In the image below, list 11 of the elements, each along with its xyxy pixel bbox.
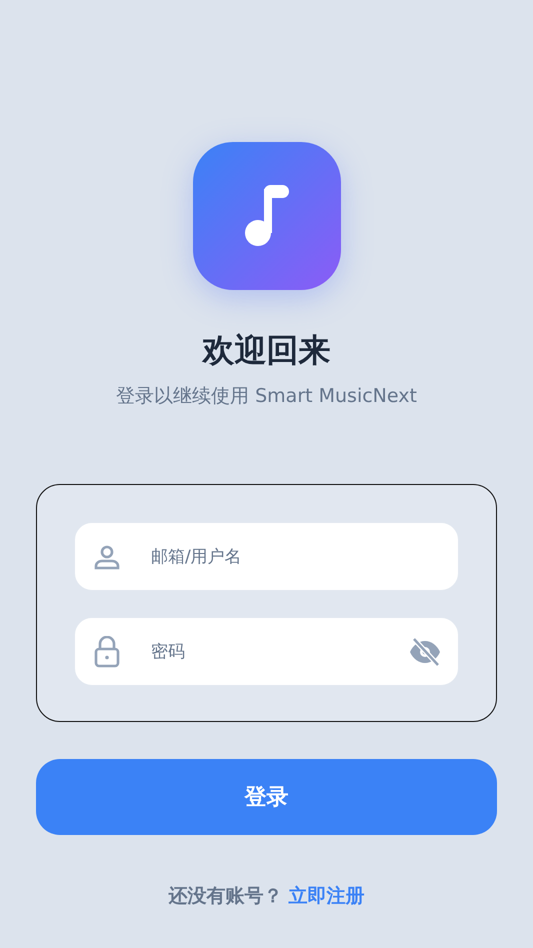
welcome-title: 欢迎回来	[202, 330, 330, 370]
password-field[interactable]: 密码	[74, 617, 459, 686]
user-icon	[94, 544, 120, 570]
subtitle: 登录以继续使用 Smart MusicNext	[116, 384, 417, 408]
signup-prompt: 还没有账号？	[168, 884, 282, 909]
music-note-icon	[244, 185, 288, 247]
username-field[interactable]: 邮箱/用户名	[74, 522, 459, 591]
register-link[interactable]: 立即注册	[288, 883, 364, 909]
lock-icon	[94, 636, 120, 668]
login-button[interactable]: 登录	[36, 759, 497, 835]
eye-off-icon[interactable]	[409, 638, 441, 666]
